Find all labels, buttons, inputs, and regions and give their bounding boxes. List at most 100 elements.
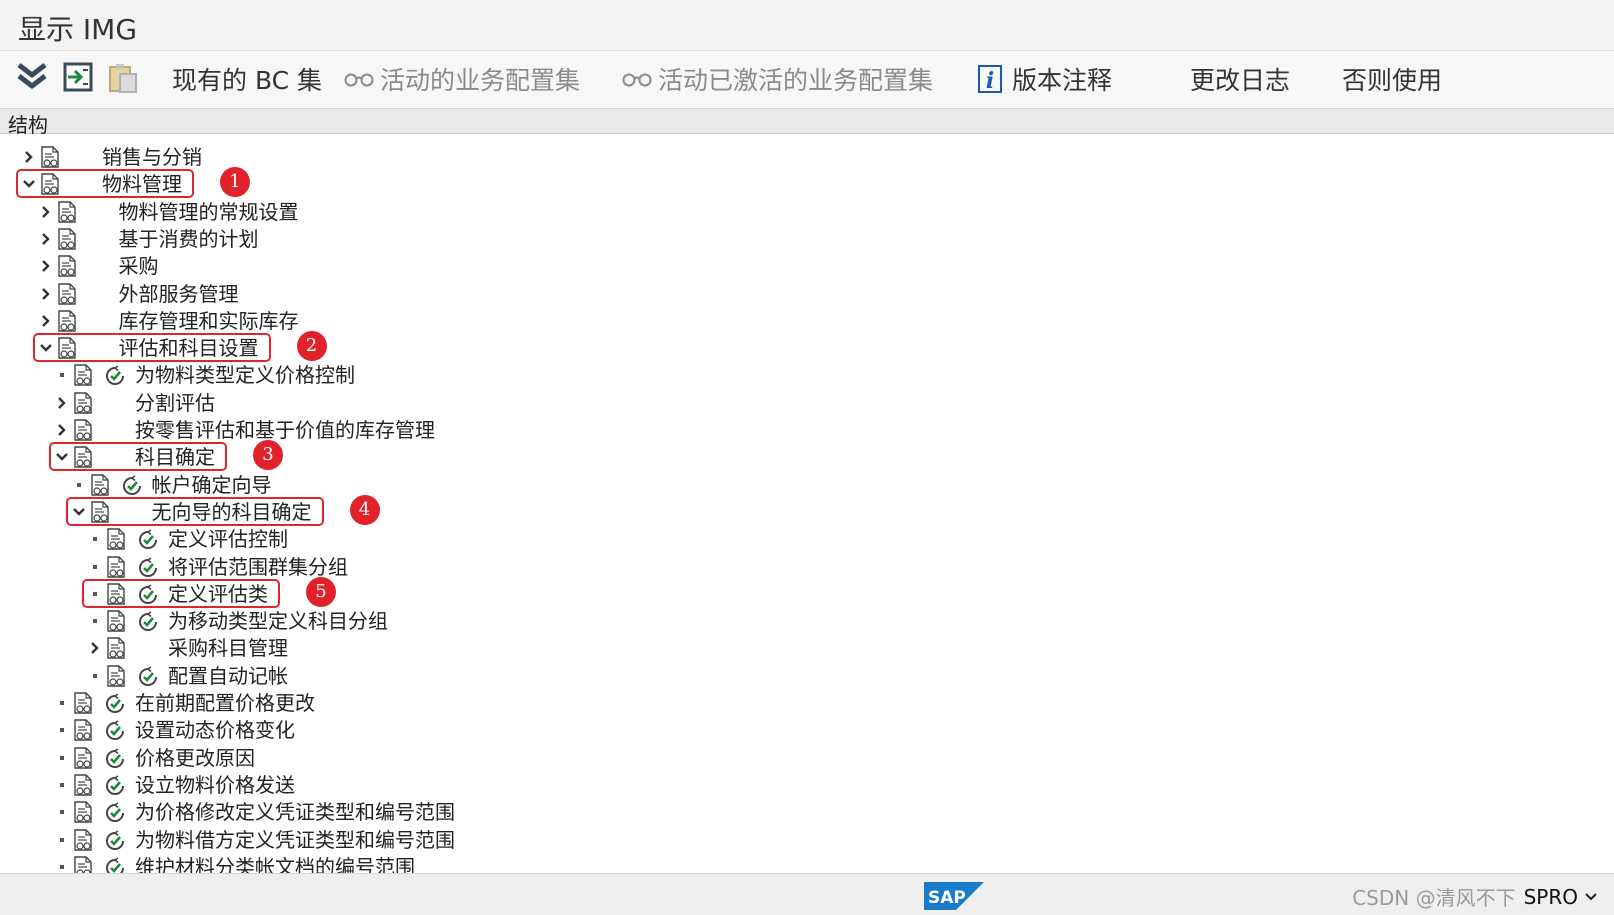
tree-node[interactable]: 维护材料分类帐文档的编号范围 [0, 853, 900, 873]
transaction-code[interactable]: SPRO [1524, 885, 1578, 909]
tree-node[interactable]: 按零售评估和基于价值的库存管理 [0, 416, 900, 444]
document-icon [107, 610, 125, 632]
document-icon [57, 310, 76, 332]
execute-activity-icon[interactable] [136, 665, 160, 689]
tree-node[interactable]: 销售与分销 [0, 143, 900, 171]
document-icon [74, 391, 92, 414]
leaf-bullet [55, 771, 69, 799]
execute-activity-icon[interactable] [103, 856, 127, 873]
change-log-button[interactable]: 更改日志 [1190, 62, 1290, 96]
leaf-bullet [55, 744, 69, 772]
highlight-box [49, 442, 227, 472]
chevron-right-icon[interactable] [55, 389, 69, 417]
step-badge: 2 [296, 331, 327, 362]
document-icon [57, 282, 76, 305]
chevron-right-icon[interactable] [22, 143, 36, 171]
tree-node-label: 将评估范围群集分组 [168, 554, 348, 579]
otherwise-use-button[interactable]: 否则使用 [1342, 62, 1442, 96]
execute-activity-icon[interactable] [136, 556, 160, 580]
highlight-box [16, 169, 194, 199]
tree-node-label: 设立物料价格发送 [135, 772, 295, 797]
tree-node-label: 为物料类型定义价格控制 [135, 363, 355, 388]
watermark: CSDN @清风不下 [1352, 886, 1516, 910]
title-bar: 显示 IMG [0, 0, 1614, 51]
release-notes-button[interactable]: i 版本注释 [978, 62, 1112, 96]
position-icon[interactable] [60, 59, 96, 95]
tree-node[interactable]: 采购科目管理 [0, 634, 900, 662]
document-icon [74, 364, 92, 387]
highlight-box [82, 578, 280, 608]
chevron-right-icon[interactable] [55, 416, 69, 444]
tree-node[interactable]: 为物料借方定义凭证类型和编号范围 [0, 826, 900, 854]
document-icon [74, 801, 92, 823]
tree-node[interactable]: 设立物料价格发送 [0, 771, 900, 799]
tree-node[interactable]: 帐户确定向导 [0, 471, 900, 499]
chevron-down-icon[interactable] [1584, 890, 1598, 904]
tree-node-label: 分割评估 [135, 390, 215, 415]
tree-node[interactable]: 库存管理和实际库存 [0, 307, 900, 335]
document-icon [107, 637, 125, 660]
tree-node[interactable]: 采购 [0, 252, 900, 280]
chevron-right-icon[interactable] [39, 198, 53, 226]
chevron-right-icon[interactable] [39, 280, 53, 308]
tree-node[interactable]: 为价格修改定义凭证类型和编号范围 [0, 798, 900, 826]
document-icon [74, 746, 92, 769]
chevron-right-icon[interactable] [88, 634, 102, 662]
activated-bc-sets-button[interactable]: 活动已激活的业务配置集 [622, 62, 933, 96]
status-right: CSDN @清风不下 SPRO [1352, 882, 1598, 911]
tree-node[interactable]: 物料管理的常规设置 [0, 198, 900, 226]
leaf-bullet [55, 853, 69, 873]
tree-node[interactable]: 外部服务管理 [0, 280, 900, 308]
expand-all-icon[interactable] [14, 59, 50, 95]
tree-node-label: 设置动态价格变化 [135, 718, 295, 743]
document-icon [57, 255, 76, 277]
tree-node[interactable]: 基于消费的计划 [0, 225, 900, 253]
tree-node[interactable]: 设置动态价格变化 [0, 716, 900, 744]
existing-bc-sets-button[interactable]: 现有的 BC 集 [172, 62, 322, 96]
tree-node-label: 定义评估控制 [168, 527, 288, 552]
execute-activity-icon[interactable] [103, 719, 127, 743]
tree-node[interactable]: 价格更改原因 [0, 744, 900, 772]
document-icon [74, 719, 92, 741]
execute-activity-icon[interactable] [120, 474, 144, 498]
tree-node-label: 物料管理的常规设置 [118, 199, 299, 224]
document-icon [107, 555, 125, 578]
leaf-bullet [88, 607, 102, 635]
glasses-icon [344, 73, 374, 87]
document-icon [74, 774, 92, 796]
tree-node[interactable]: 在前期配置价格更改 [0, 689, 900, 717]
execute-activity-icon[interactable] [103, 364, 127, 388]
execute-activity-icon[interactable] [103, 692, 127, 716]
status-bar: SAP CSDN @清风不下 SPRO [0, 873, 1614, 915]
execute-activity-icon[interactable] [103, 774, 127, 798]
img-structure-tree: 销售与分销 物料管理 物料管理的常规设置 基于消费的计划 采购 外部服务管理 库存管理和实际… [0, 133, 1614, 873]
document-icon [74, 856, 92, 873]
document-icon [57, 228, 76, 250]
tree-node-label: 帐户确定向导 [151, 472, 272, 497]
document-icon [74, 692, 92, 714]
active-bc-sets-button[interactable]: 活动的业务配置集 [344, 62, 580, 96]
execute-activity-icon[interactable] [103, 747, 127, 771]
document-icon [107, 664, 125, 687]
execute-activity-icon[interactable] [136, 528, 160, 552]
document-icon [74, 828, 92, 851]
tree-node[interactable]: 配置自动记帐 [0, 662, 900, 690]
leaf-bullet [55, 716, 69, 744]
svg-text:SAP: SAP [928, 888, 966, 908]
tree-node[interactable]: 分割评估 [0, 389, 900, 417]
tree-node[interactable]: 为物料类型定义价格控制 [0, 361, 900, 389]
execute-activity-icon[interactable] [136, 610, 160, 634]
tree-node[interactable]: 将评估范围群集分组 [0, 553, 900, 581]
tree-node[interactable]: 为移动类型定义科目分组 [0, 607, 900, 635]
tree-node-label: 按零售评估和基于价值的库存管理 [135, 418, 435, 442]
tree-node[interactable]: 定义评估控制 [0, 525, 900, 553]
chevron-right-icon[interactable] [39, 225, 53, 253]
execute-activity-icon[interactable] [103, 829, 127, 853]
execute-activity-icon[interactable] [103, 801, 127, 825]
chevron-right-icon[interactable] [39, 307, 53, 335]
chevron-right-icon[interactable] [39, 252, 53, 280]
tree-node-label: 采购科目管理 [168, 636, 288, 661]
tree-node-label: 为价格修改定义凭证类型和编号范围 [135, 800, 455, 825]
tree-node-label: 基于消费的计划 [118, 226, 259, 251]
leaf-bullet [88, 662, 102, 690]
